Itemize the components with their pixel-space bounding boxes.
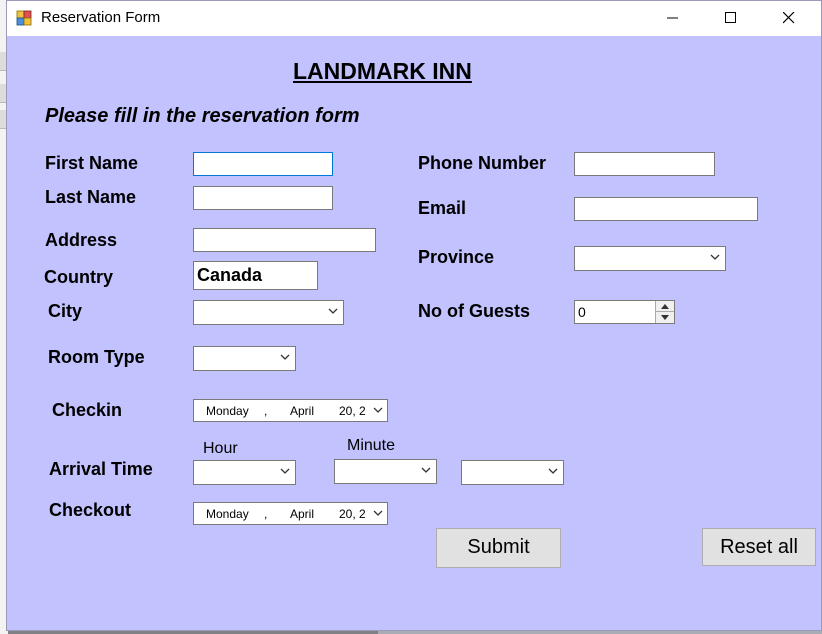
hour-select[interactable] (193, 460, 296, 485)
chevron-down-icon (373, 510, 383, 516)
phone-number-field[interactable] (574, 152, 715, 176)
phone-number-label: Phone Number (418, 153, 547, 173)
chevron-down-icon (710, 254, 720, 260)
arrival-time-label: Arrival Time (49, 459, 153, 479)
checkin-sep: , (264, 404, 268, 418)
chevron-down-icon (421, 467, 431, 473)
close-button[interactable] (766, 1, 812, 36)
triangle-down-icon (661, 315, 669, 320)
checkout-date: 20, 2 (339, 507, 366, 521)
chevron-down-icon (373, 407, 383, 413)
checkout-sep: , (264, 507, 268, 521)
spin-down-button[interactable] (656, 312, 674, 323)
checkin-day: Monday (206, 404, 249, 418)
reservation-window: Reservation Form LANDMARK INN Please fil… (6, 0, 822, 631)
minute-select[interactable] (334, 459, 437, 484)
first-name-field[interactable] (193, 152, 333, 176)
triangle-up-icon (661, 304, 669, 309)
close-icon (783, 12, 795, 24)
room-type-label: Room Type (48, 347, 145, 367)
submit-button[interactable]: Submit (436, 528, 561, 568)
city-label: City (48, 301, 83, 321)
page-title: LANDMARK INN (293, 58, 472, 84)
chevron-down-icon (548, 468, 558, 474)
form-instructions: Please fill in the reservation form (45, 105, 360, 127)
chevron-down-icon (280, 354, 290, 360)
hour-label: Hour (203, 440, 238, 457)
last-name-field[interactable] (193, 186, 333, 210)
minimize-button[interactable] (650, 1, 696, 36)
checkin-date-picker[interactable]: Monday , April 20, 2 (193, 399, 388, 422)
maximize-icon (725, 12, 736, 23)
checkout-day: Monday (206, 507, 249, 521)
spin-up-button[interactable] (656, 301, 674, 312)
chevron-down-icon (280, 468, 290, 474)
email-field[interactable] (574, 197, 758, 221)
room-type-select[interactable] (193, 346, 296, 371)
checkin-label: Checkin (52, 400, 123, 420)
address-field[interactable] (193, 228, 376, 252)
window-title: Reservation Form (41, 9, 161, 26)
checkin-date: 20, 2 (339, 404, 366, 418)
guests-label: No of Guests (418, 301, 531, 321)
first-name-label: First Name (45, 153, 139, 173)
city-select[interactable] (193, 300, 344, 325)
chevron-down-icon (328, 308, 338, 314)
reset-all-button[interactable]: Reset all (702, 528, 816, 566)
email-label: Email (418, 198, 467, 218)
guests-stepper[interactable]: 0 (574, 300, 675, 324)
checkout-date-picker[interactable]: Monday , April 20, 2 (193, 502, 388, 525)
province-label: Province (418, 247, 495, 267)
guests-spinner[interactable] (655, 301, 674, 323)
checkout-month: April (290, 507, 315, 521)
minimize-icon (667, 17, 678, 19)
guests-value: 0 (578, 304, 586, 320)
maximize-button[interactable] (708, 1, 754, 36)
last-name-label: Last Name (45, 187, 137, 207)
country-field[interactable] (193, 261, 318, 290)
minute-label: Minute (347, 437, 396, 454)
address-label: Address (45, 230, 118, 250)
checkin-month: April (290, 404, 315, 418)
checkout-label: Checkout (49, 500, 132, 520)
country-label: Country (44, 267, 113, 287)
app-icon (16, 10, 32, 26)
am-pm-select[interactable] (461, 460, 564, 485)
province-select[interactable] (574, 246, 726, 271)
title-bar: Reservation Form (7, 1, 821, 36)
